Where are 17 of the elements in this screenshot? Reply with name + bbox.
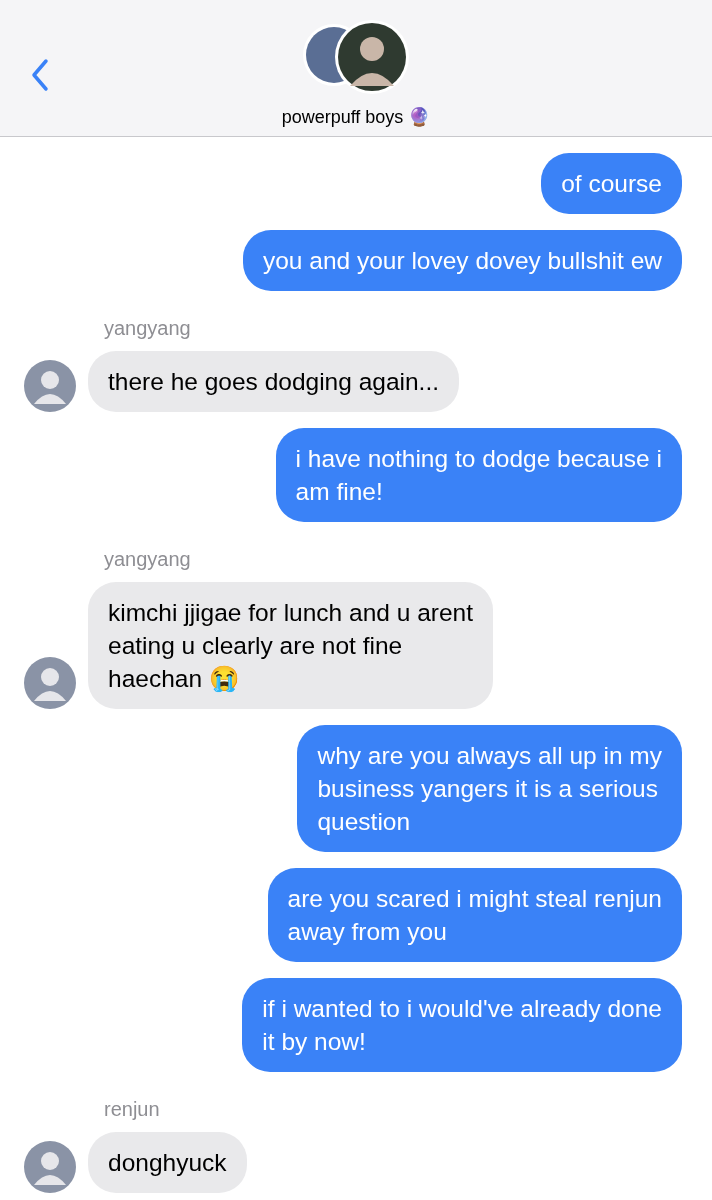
message-bubble: if i wanted to i would've already done it by now!: [242, 978, 682, 1072]
avatar-icon[interactable]: [24, 1141, 76, 1193]
avatar-icon[interactable]: [24, 657, 76, 709]
conversation-title[interactable]: powerpuff boys 🔮: [0, 104, 712, 131]
avatar-icon[interactable]: [24, 360, 76, 412]
sender-name: renjun: [104, 1097, 161, 1122]
message-bubble: are you scared i might steal renjun away from you: [267, 868, 682, 962]
message-bubble: donghyuck: [88, 1132, 247, 1193]
sender-name: yangyang: [104, 547, 192, 572]
message-bubble: why are you always all up in my business yangers it is a serious question: [297, 725, 682, 852]
message-bubble: you and your lovey dovey bullshit ew: [242, 230, 682, 291]
message-bubble: there he goes dodging again...: [88, 351, 459, 412]
message-bubble: of course: [541, 153, 682, 214]
message-bubble: i have nothing to dodge because i am fine!: [275, 428, 682, 522]
sender-name: yangyang: [104, 316, 192, 341]
group-avatars-icon[interactable]: [302, 20, 410, 94]
message-bubble: kimchi jjigae for lunch and u arent eating u clearly are not fine haechan 😭: [88, 582, 493, 709]
